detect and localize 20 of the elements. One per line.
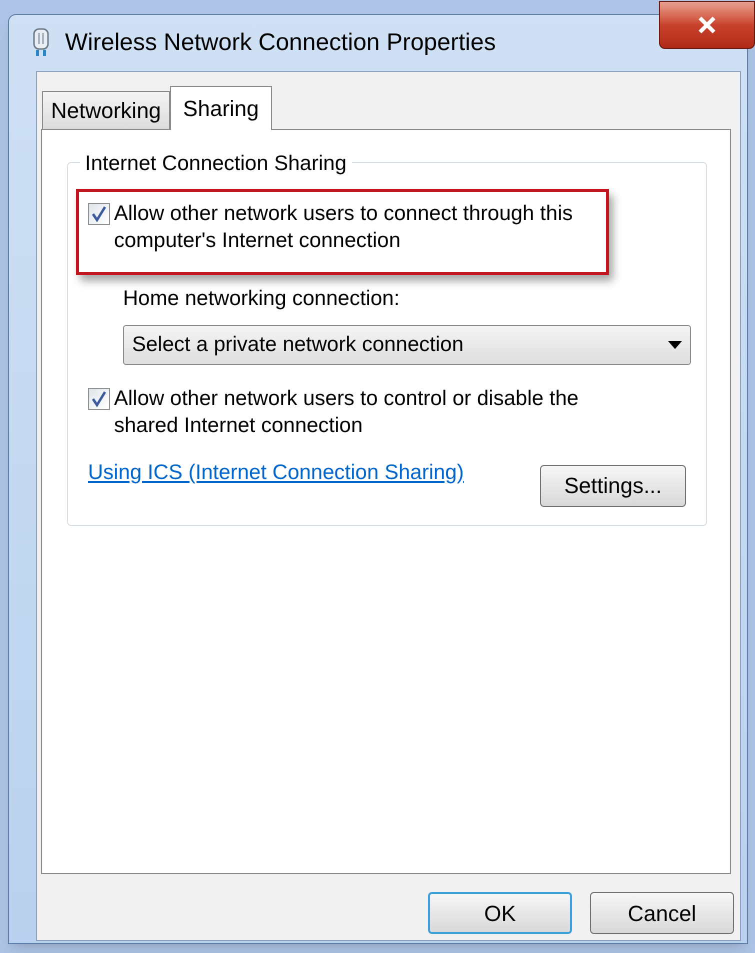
settings-button[interactable]: Settings... bbox=[540, 464, 686, 506]
tab[interactable]: Sharing bbox=[170, 86, 272, 130]
dialog-button[interactable]: OK bbox=[428, 892, 572, 934]
tab[interactable]: Networking bbox=[42, 91, 170, 129]
checkbox-label: Allow other network users to control or disable the shared Internet connection bbox=[114, 386, 580, 438]
field-label: Home networking connection: bbox=[123, 287, 400, 310]
dropdown-arrow-icon bbox=[668, 340, 682, 348]
dropdown[interactable]: Select a private network connection bbox=[123, 324, 691, 364]
check-icon bbox=[91, 390, 107, 406]
checkbox[interactable] bbox=[88, 388, 110, 410]
help-link[interactable]: Using ICS (Internet Connection Sharing) bbox=[88, 456, 464, 488]
window-title: Wireless Network Connection Properties bbox=[65, 28, 496, 58]
dialog-button[interactable]: Cancel bbox=[590, 892, 734, 934]
close-button[interactable] bbox=[659, 1, 755, 49]
check-icon bbox=[91, 206, 107, 222]
dropdown-value: Select a private network connection bbox=[132, 332, 464, 358]
checkbox-label: Allow other network users to connect through this computer's Internet connection bbox=[114, 201, 574, 254]
network-adapter-icon bbox=[31, 28, 51, 58]
close-icon bbox=[697, 16, 717, 34]
checkbox[interactable] bbox=[88, 203, 110, 225]
